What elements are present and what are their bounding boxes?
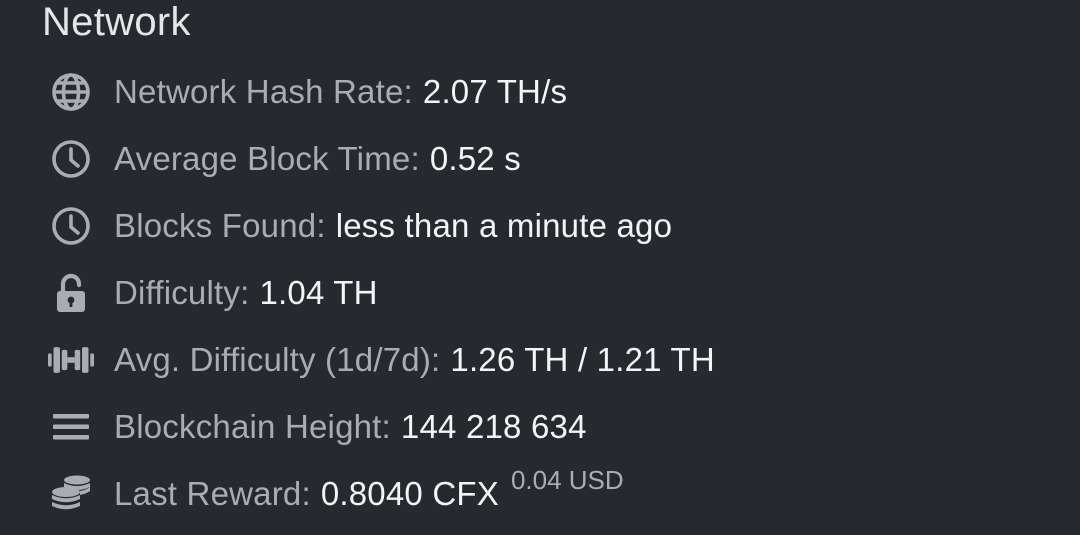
stat-label: Last Reward: — [114, 475, 311, 512]
dumbbell-icon — [48, 338, 94, 382]
section-title: Network — [42, 0, 191, 44]
network-panel: Network Network Hash Rate: 2.07 TH/s Ave… — [0, 0, 1080, 535]
stat-row-blockchain-height: Blockchain Height: 144 218 634 — [48, 405, 587, 449]
stat-row-difficulty: Difficulty: 1.04 TH — [48, 271, 378, 315]
stat-value: 144 218 634 — [400, 408, 587, 445]
stat-value: 1.26 TH / 1.21 TH — [450, 341, 715, 378]
stat-value: 0.8040 CFX — [320, 475, 499, 512]
stat-row-avg-difficulty: Avg. Difficulty (1d/7d): 1.26 TH / 1.21 … — [48, 338, 715, 382]
stat-label: Avg. Difficulty (1d/7d): — [114, 341, 441, 378]
reward-usd-value: 0.04 USD — [510, 464, 624, 495]
stat-label: Blockchain Height: — [114, 408, 391, 445]
stat-value: less than a minute ago — [335, 207, 673, 244]
stat-label: Blocks Found: — [114, 207, 326, 244]
stat-label: Network Hash Rate: — [114, 73, 413, 110]
stat-label: Difficulty: — [114, 274, 250, 311]
clock-icon — [48, 137, 94, 181]
bars-icon — [48, 405, 94, 449]
stat-row-blocks-found: Blocks Found: less than a minute ago — [48, 204, 672, 248]
clock-icon — [48, 204, 94, 248]
stat-label: Average Block Time: — [114, 140, 420, 177]
stat-value: 0.52 s — [429, 140, 521, 177]
stat-row-network-hash-rate: Network Hash Rate: 2.07 TH/s — [48, 70, 567, 114]
stat-row-average-block-time: Average Block Time: 0.52 s — [48, 137, 521, 181]
stat-value: 1.04 TH — [259, 274, 378, 311]
globe-icon — [48, 70, 94, 114]
stat-row-last-reward: Last Reward: 0.8040 CFX 0.04 USD — [48, 465, 624, 516]
stat-value: 2.07 TH/s — [422, 73, 568, 110]
coins-icon — [48, 472, 94, 516]
unlock-icon — [48, 271, 94, 315]
